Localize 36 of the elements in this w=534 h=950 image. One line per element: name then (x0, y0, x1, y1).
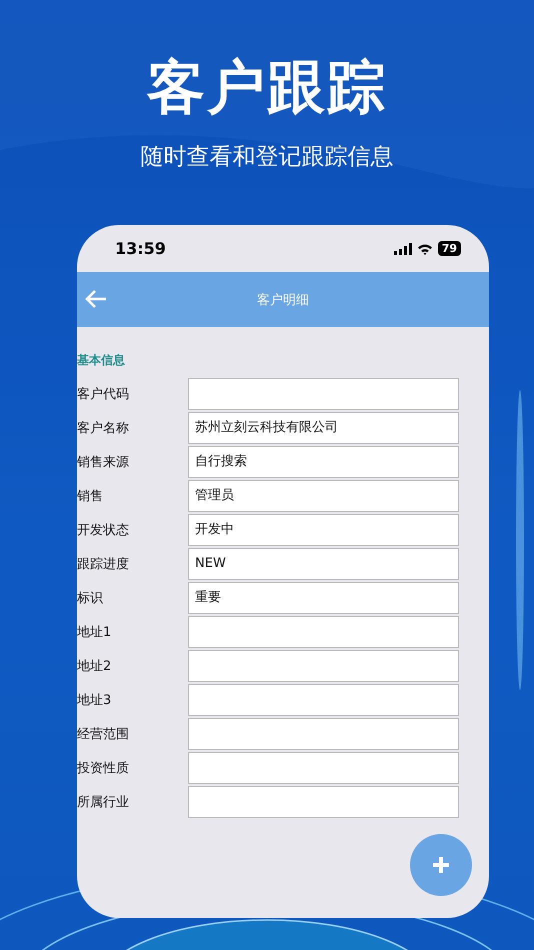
field-label: 销售来源 (77, 454, 130, 471)
field-label: 地址1 (77, 624, 112, 641)
input-field[interactable] (188, 718, 459, 750)
field-label: 经营范围 (77, 726, 130, 743)
field-label: 投资性质 (77, 760, 130, 777)
field-label: 地址2 (77, 658, 112, 675)
input-field[interactable]: 苏州立刻云科技有限公司 (188, 412, 459, 444)
input-field[interactable] (188, 752, 459, 784)
field-label: 跟踪进度 (77, 556, 130, 573)
screen-title: 客户明细 (257, 292, 309, 308)
signal-icon (394, 242, 412, 254)
input-field[interactable] (188, 786, 459, 818)
battery-level: 79 (438, 241, 461, 256)
input-field[interactable]: NEW (188, 548, 459, 580)
field-label: 标识 (77, 590, 104, 607)
field-label: 所属行业 (77, 794, 130, 811)
input-field[interactable]: 管理员 (188, 480, 459, 512)
field-label: 客户代码 (77, 386, 130, 403)
subheadline: 随时查看和登记跟踪信息 (140, 143, 394, 172)
input-field[interactable] (188, 684, 459, 716)
input-field[interactable]: 重要 (188, 582, 459, 614)
input-field[interactable]: 自行搜索 (188, 446, 459, 478)
wifi-icon (416, 242, 433, 254)
field-label: 客户名称 (77, 420, 130, 437)
field-label: 开发状态 (77, 522, 130, 539)
field-label: 销售 (77, 488, 104, 505)
input-field[interactable] (188, 616, 459, 648)
headline: 客户跟踪 (147, 52, 387, 122)
input-field[interactable] (188, 378, 459, 410)
plus-icon (432, 856, 450, 874)
input-field[interactable] (188, 650, 459, 682)
status-time: 13:59 (115, 239, 166, 258)
field-label: 地址3 (77, 692, 112, 709)
input-field[interactable]: 开发中 (188, 514, 459, 546)
section-title: 基本信息 (77, 352, 125, 368)
back-arrow-icon[interactable] (84, 289, 108, 309)
